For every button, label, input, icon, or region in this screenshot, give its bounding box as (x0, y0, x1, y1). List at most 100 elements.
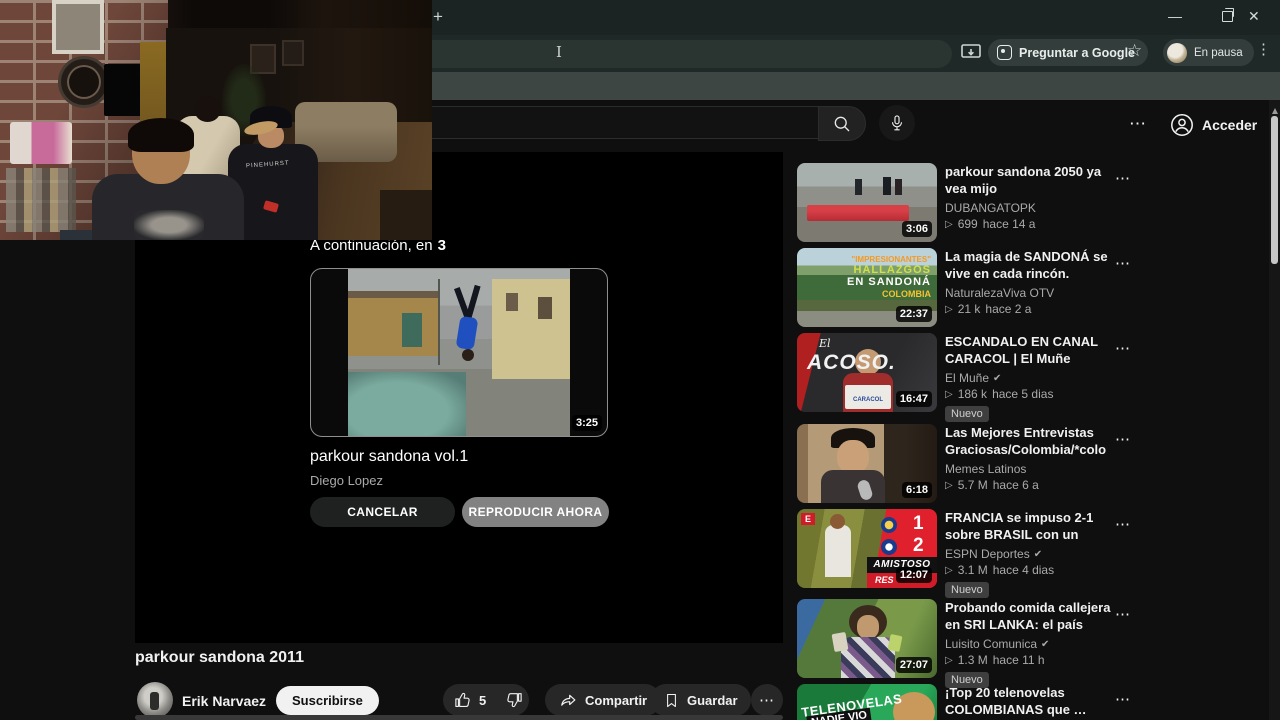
art (881, 539, 897, 555)
video-title[interactable]: ¡Top 20 telenovelas COLOMBIANAS que … (945, 684, 1111, 718)
art (895, 179, 902, 195)
browser-profile-chip[interactable]: En pausa (1163, 39, 1254, 66)
scrollbar-up-arrow[interactable] (1271, 105, 1278, 114)
browser-menu-icon[interactable]: ⋮ (1256, 40, 1271, 58)
art (6, 168, 76, 232)
views-icon: ▷ (945, 218, 953, 230)
art (841, 637, 895, 678)
subscribe-button[interactable]: Suscribirse (276, 686, 379, 715)
art (830, 514, 845, 529)
search-icon (834, 116, 850, 131)
send-to-device-icon[interactable] (961, 44, 981, 61)
video-options-icon[interactable]: ⋯ (1115, 254, 1131, 272)
view-count: 1.3 M (957, 653, 988, 667)
view-count: 186 k (957, 387, 988, 401)
more-actions-button[interactable]: ⋯ (751, 684, 783, 716)
voice-search-button[interactable] (879, 105, 915, 141)
channel-name[interactable]: El Muñe (945, 371, 989, 385)
channel-name[interactable]: ESPN Deportes (945, 547, 1030, 561)
video-options-icon[interactable]: ⋯ (1115, 169, 1131, 187)
channel-name[interactable]: Erik Narvaez (182, 693, 266, 709)
channel-name[interactable]: NaturalezaViva OTV (945, 286, 1054, 300)
art (538, 297, 552, 319)
next-video-channel[interactable]: Diego Lopez (310, 473, 383, 488)
video-age: hace 14 a (982, 217, 1036, 231)
views-icon: ▷ (945, 479, 953, 491)
play-now-button[interactable]: REPRODUCIR AHORA (462, 497, 609, 527)
video-options-icon[interactable]: ⋯ (1115, 515, 1131, 533)
pip-video[interactable]: PINEHURST (0, 0, 432, 240)
video-age: hace 5 dias (992, 387, 1054, 401)
profile-avatar (1167, 42, 1187, 63)
video-thumbnail[interactable]: E 1 2 AMISTOSO RES 12:07 (797, 509, 937, 588)
scrollbar-thumb[interactable] (1271, 116, 1278, 264)
video-thumbnail[interactable]: El ACOSO. CARACOL 16:47 (797, 333, 937, 412)
profile-status-label: En pausa (1194, 46, 1243, 59)
close-window-button[interactable]: ✕ (1248, 0, 1278, 32)
art (492, 279, 570, 379)
art (821, 470, 885, 503)
video-title[interactable]: La magia de SANDONÁ se vive en cada rinc… (945, 248, 1111, 282)
related-video-row: 27:07 Probando comida callejera en SRI L… (797, 599, 1142, 688)
video-thumbnail[interactable]: TELENOVELAS NADIE VIO (797, 684, 937, 720)
bookmark-icon (667, 693, 676, 707)
thumbnail-text: 1 (913, 513, 924, 534)
view-count: 21 k (957, 302, 981, 316)
views-icon: ▷ (945, 654, 953, 666)
video-options-icon[interactable]: ⋯ (1115, 339, 1131, 357)
share-button[interactable]: Compartir (545, 684, 662, 716)
video-title[interactable]: FRANCIA se impuso 2-1 sobre BRASIL con u… (945, 509, 1111, 543)
art (282, 40, 304, 66)
art (462, 349, 474, 361)
related-video-row: 3:06 parkour sandona 2050 ya vea mijo DU… (797, 163, 1142, 243)
video-thumbnail[interactable]: 27:07 (797, 599, 937, 678)
bookmark-star-icon[interactable]: ☆ (1127, 41, 1142, 61)
channel-name[interactable]: DUBANGATOPK (945, 201, 1036, 215)
art (887, 633, 903, 653)
views-icon: ▷ (945, 303, 953, 315)
video-options-icon[interactable]: ⋯ (1115, 430, 1131, 448)
thumbs-up-icon (455, 692, 470, 707)
art (58, 56, 110, 108)
person-icon (1171, 114, 1193, 136)
new-tab-button[interactable]: + (433, 7, 443, 27)
like-button[interactable]: 5 (443, 691, 496, 709)
thumbs-down-icon (507, 693, 522, 708)
share-icon (561, 694, 576, 706)
video-title[interactable]: Las Mejores Entrevistas Graciosas/Colomb… (945, 424, 1111, 458)
video-options-icon[interactable]: ⋯ (1115, 690, 1131, 708)
video-thumbnail[interactable]: 3:06 (797, 163, 937, 242)
next-video-title[interactable]: parkour sandona vol.1 (310, 448, 468, 466)
video-title[interactable]: parkour sandona 2050 ya vea mijo (945, 163, 1111, 197)
ask-google-button[interactable]: Preguntar a Google (988, 39, 1148, 66)
channel-name[interactable]: Luisito Comunica (945, 637, 1037, 651)
duration-badge: 3:25 (571, 415, 602, 431)
video-thumbnail[interactable]: 6:18 (797, 424, 937, 503)
channel-avatar[interactable] (137, 682, 173, 718)
video-thumbnail[interactable]: "IMPRESIONANTES" HALLAZGOS EN SANDONÁ CO… (797, 248, 937, 327)
art (807, 205, 909, 221)
restore-window-button[interactable] (1212, 0, 1242, 32)
view-count: 3.1 M (957, 563, 988, 577)
cancel-autoplay-button[interactable]: CANCELAR (310, 497, 455, 527)
verified-icon: ✔ (1033, 548, 1043, 560)
art (881, 517, 897, 533)
video-title[interactable]: ESCANDALO EN CANAL CARACOL | El Muñe (945, 333, 1111, 367)
view-count: 5.7 M (957, 478, 988, 492)
thumbnail-text: CARACOL (845, 385, 891, 409)
video-title[interactable]: Probando comida callejera en SRI LANKA: … (945, 599, 1111, 633)
masthead-more-icon[interactable]: ⋯ (1129, 114, 1147, 134)
art (883, 177, 891, 195)
minimize-button[interactable]: — (1168, 0, 1198, 32)
dislike-button[interactable] (496, 691, 534, 709)
thumbnail-text: HALLAZGOS (853, 264, 931, 276)
channel-name[interactable]: Memes Latinos (945, 462, 1026, 476)
save-button[interactable]: Guardar (650, 684, 751, 716)
search-button[interactable] (818, 106, 866, 141)
related-video-row: TELENOVELAS NADIE VIO ¡Top 20 telenovela… (797, 684, 1142, 720)
verified-icon: ✔ (993, 372, 1002, 384)
sign-in-button[interactable]: Acceder (1170, 110, 1257, 140)
text-cursor: I (556, 43, 562, 61)
video-options-icon[interactable]: ⋯ (1115, 605, 1131, 623)
next-video-card[interactable]: 3:25 (310, 268, 608, 437)
